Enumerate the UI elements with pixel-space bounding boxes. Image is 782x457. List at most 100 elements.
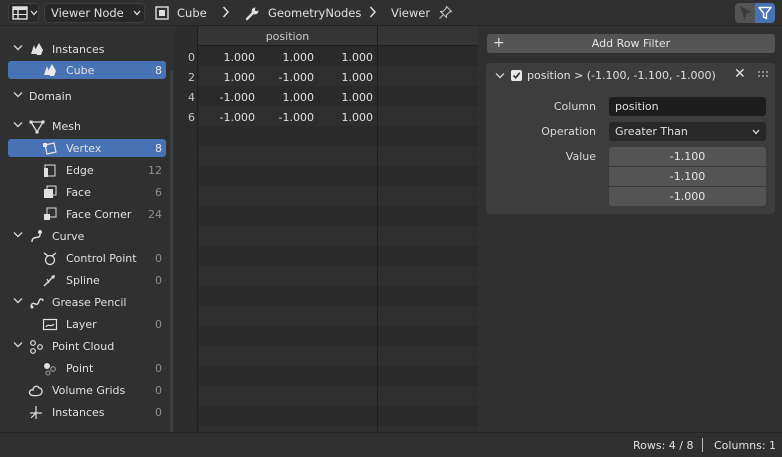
drag-handle-icon[interactable]: [758, 71, 768, 77]
table-row-background: [175, 266, 478, 286]
tree-item-count: 24: [148, 208, 162, 221]
row-filter-panel: + Add Row Filter position > (-1.100, -1.…: [478, 26, 782, 432]
table-row-background: [175, 366, 478, 386]
table-row-background: [175, 146, 478, 166]
row-index-column: [175, 26, 198, 432]
breadcrumb-modifier[interactable]: GeometryNodes: [268, 6, 361, 20]
value-y: -1.100: [669, 170, 706, 183]
spline-icon: [43, 275, 55, 287]
row-filter-card: position > (-1.100, -1.100, -1.000) ✕ Co…: [486, 63, 775, 214]
spreadsheet-icon: [12, 6, 28, 20]
tree-item-layer[interactable]: Layer 0: [0, 314, 170, 334]
breadcrumb-object[interactable]: Cube: [177, 6, 207, 20]
tree-item-instances-header[interactable]: Instances: [0, 39, 170, 59]
tree-item-volume-grids[interactable]: Volume Grids 0: [0, 380, 170, 400]
column-label: Column: [553, 100, 596, 113]
operation-dropdown[interactable]: Greater Than: [609, 122, 766, 141]
only-selected-toggle[interactable]: [735, 3, 755, 23]
tree-item-point[interactable]: Point 0: [0, 358, 170, 378]
table-cell: 1.000: [282, 91, 315, 104]
dataset-tree: Instances Cube 8 Domain Mesh Vertex 8 Ed…: [0, 34, 175, 457]
filter-toggle[interactable]: [755, 3, 775, 23]
table-row-background: [175, 346, 478, 366]
table-row-background: [175, 326, 478, 346]
chevron-down-icon[interactable]: [13, 297, 23, 305]
tree-item-cube[interactable]: Cube 8: [0, 60, 170, 80]
viewer-dropdown[interactable]: Viewer Node: [44, 3, 145, 23]
tree-item-label: Point: [66, 362, 94, 375]
tree-item-count: 0: [155, 252, 162, 265]
mesh-icon: [29, 120, 45, 134]
tree-item-spline[interactable]: Spline 0: [0, 270, 170, 290]
face-icon: [44, 185, 57, 198]
row-index: 2: [188, 71, 195, 84]
add-row-filter-button[interactable]: + Add Row Filter: [487, 34, 775, 53]
tree-item-label: Grease Pencil: [52, 296, 127, 309]
chevron-down-icon[interactable]: [13, 91, 23, 99]
table-row-background: [175, 186, 478, 206]
tree-item-label: Point Cloud: [52, 340, 115, 353]
chevron-down-icon[interactable]: [13, 341, 23, 349]
tree-item-count: 0: [155, 362, 162, 375]
table-row-background: [175, 166, 478, 186]
instances-empty-icon: [30, 406, 42, 419]
tree-item-face-corner[interactable]: Face Corner 24: [0, 204, 170, 224]
cube-icon: [44, 64, 56, 76]
tree-item-label: Face: [66, 186, 91, 199]
tree-item-curve[interactable]: Curve: [0, 226, 170, 246]
close-icon[interactable]: ✕: [734, 66, 746, 82]
tree-item-point-cloud[interactable]: Point Cloud: [0, 336, 170, 356]
chevron-down-icon[interactable]: [13, 231, 23, 239]
tree-item-count: 0: [155, 384, 162, 397]
tree-item-control-point[interactable]: Control Point 0: [0, 248, 170, 268]
chevron-down-icon[interactable]: [13, 44, 23, 52]
tree-item-count: 8: [155, 142, 162, 155]
columns-count: Columns: 1: [714, 439, 777, 452]
table-cell: 1.000: [223, 51, 256, 64]
tree-item-instances[interactable]: Instances 0: [0, 402, 170, 422]
row-filter-header[interactable]: position > (-1.100, -1.100, -1.000) ✕: [486, 63, 775, 89]
breadcrumb-separator-icon: [369, 6, 376, 18]
tree-scrollbar[interactable]: [170, 70, 173, 457]
table-cell: -1.000: [219, 91, 255, 104]
control-point-icon: [43, 252, 57, 266]
tree-item-edge[interactable]: Edge 12: [0, 160, 170, 180]
tree-item-face[interactable]: Face 6: [0, 182, 170, 202]
filter-enabled-checkbox[interactable]: [511, 70, 522, 81]
footer-separator: [702, 438, 703, 452]
column-header-position[interactable]: position: [198, 30, 377, 43]
value-x-field[interactable]: -1.100: [609, 147, 766, 166]
breadcrumb-viewer[interactable]: Viewer: [391, 6, 430, 20]
rows-count: Rows: 4 / 8: [633, 439, 694, 452]
domain-section-header[interactable]: Domain: [0, 86, 170, 106]
chevron-down-icon[interactable]: [495, 72, 505, 80]
chevron-down-icon[interactable]: [13, 121, 23, 129]
tree-item-label: Mesh: [52, 120, 81, 133]
editor-type-button[interactable]: [8, 3, 39, 23]
domain-section-label: Domain: [29, 90, 72, 103]
pin-icon[interactable]: [438, 5, 453, 20]
value-label: Value: [565, 150, 596, 163]
table-cell: 1.000: [341, 91, 374, 104]
spreadsheet-header: Viewer Node Cube GeometryNodes Viewer: [0, 0, 782, 26]
column-divider: [377, 26, 378, 432]
tree-item-label: Spline: [66, 274, 100, 287]
tree-item-label: Vertex: [66, 142, 102, 155]
tree-item-grease-pencil[interactable]: Grease Pencil: [0, 292, 170, 312]
table-row-background: [175, 306, 478, 326]
row-index: 6: [188, 111, 195, 124]
tree-item-label: Control Point: [66, 252, 137, 265]
tree-item-mesh[interactable]: Mesh: [0, 116, 170, 136]
tree-item-count: 0: [155, 274, 162, 287]
field-divider: [609, 186, 766, 187]
breadcrumb-separator-icon: [222, 6, 229, 18]
tree-item-label: Curve: [52, 230, 85, 243]
wrench-icon: [245, 7, 259, 21]
tree-item-label: Cube: [66, 64, 95, 77]
value-z-field[interactable]: -1.000: [609, 187, 766, 206]
field-divider: [609, 166, 766, 167]
value-y-field[interactable]: -1.100: [609, 167, 766, 186]
column-field[interactable]: position: [609, 97, 766, 116]
tree-item-vertex[interactable]: Vertex 8: [0, 138, 170, 158]
add-row-filter-label: Add Row Filter: [591, 37, 671, 50]
